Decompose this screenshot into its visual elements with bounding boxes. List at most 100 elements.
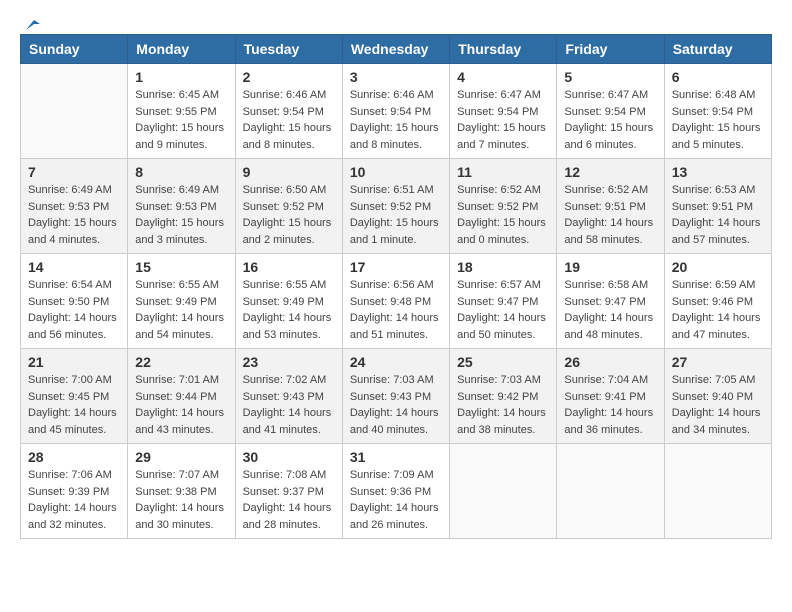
- day-info: Sunrise: 7:03 AM Sunset: 9:42 PM Dayligh…: [457, 372, 549, 438]
- calendar-cell: 22 Sunrise: 7:01 AM Sunset: 9:44 PM Dayli…: [128, 349, 235, 444]
- day-number: 4: [457, 69, 549, 85]
- calendar-cell: 5Sunrise: 6:47 AM Sunset: 9:54 PM Daylig…: [557, 64, 664, 159]
- logo-bird-icon: [22, 16, 40, 34]
- day-number: 29: [135, 449, 227, 465]
- calendar-cell: 2 Sunrise: 6:46 AM Sunset: 9:54 PM Daylig…: [235, 64, 342, 159]
- day-info: Sunrise: 6:49 AM Sunset: 9:53 PM Dayligh…: [28, 182, 120, 248]
- calendar-cell: 28 Sunrise: 7:06 AM Sunset: 9:39 PM Dayli…: [21, 444, 128, 539]
- day-number: 21: [28, 354, 120, 370]
- day-number: 1: [135, 69, 227, 85]
- calendar-week-row: 1 Sunrise: 6:45 AM Sunset: 9:55 PM Daylig…: [21, 64, 772, 159]
- calendar-cell: 30Sunrise: 7:08 AM Sunset: 9:37 PM Dayli…: [235, 444, 342, 539]
- calendar-header-row: SundayMondayTuesdayWednesdayThursdayFrid…: [21, 35, 772, 64]
- day-info: Sunrise: 6:47 AM Sunset: 9:54 PM Dayligh…: [564, 87, 656, 153]
- day-number: 27: [672, 354, 764, 370]
- day-number: 22: [135, 354, 227, 370]
- logo: [20, 20, 40, 28]
- day-info: Sunrise: 7:03 AM Sunset: 9:43 PM Dayligh…: [350, 372, 442, 438]
- day-info: Sunrise: 6:47 AM Sunset: 9:54 PM Dayligh…: [457, 87, 549, 153]
- calendar-cell: 8 Sunrise: 6:49 AM Sunset: 9:53 PM Daylig…: [128, 159, 235, 254]
- day-info: Sunrise: 7:01 AM Sunset: 9:44 PM Dayligh…: [135, 372, 227, 438]
- day-info: Sunrise: 7:09 AM Sunset: 9:36 PM Dayligh…: [350, 467, 442, 533]
- day-info: Sunrise: 6:57 AM Sunset: 9:47 PM Dayligh…: [457, 277, 549, 343]
- day-number: 24: [350, 354, 442, 370]
- day-info: Sunrise: 6:58 AM Sunset: 9:47 PM Dayligh…: [564, 277, 656, 343]
- day-info: Sunrise: 7:04 AM Sunset: 9:41 PM Dayligh…: [564, 372, 656, 438]
- calendar-cell: 19 Sunrise: 6:58 AM Sunset: 9:47 PM Dayli…: [557, 254, 664, 349]
- day-number: 19: [564, 259, 656, 275]
- day-number: 23: [243, 354, 335, 370]
- calendar-cell: 11 Sunrise: 6:52 AM Sunset: 9:52 PM Dayli…: [450, 159, 557, 254]
- calendar-table: SundayMondayTuesdayWednesdayThursdayFrid…: [20, 34, 772, 539]
- calendar-cell: [557, 444, 664, 539]
- calendar-header-tuesday: Tuesday: [235, 35, 342, 64]
- calendar-cell: 10 Sunrise: 6:51 AM Sunset: 9:52 PM Dayli…: [342, 159, 449, 254]
- day-number: 7: [28, 164, 120, 180]
- calendar-cell: 7 Sunrise: 6:49 AM Sunset: 9:53 PM Daylig…: [21, 159, 128, 254]
- day-info: Sunrise: 6:50 AM Sunset: 9:52 PM Dayligh…: [243, 182, 335, 248]
- calendar-week-row: 28 Sunrise: 7:06 AM Sunset: 9:39 PM Dayli…: [21, 444, 772, 539]
- day-info: Sunrise: 6:59 AM Sunset: 9:46 PM Dayligh…: [672, 277, 764, 343]
- calendar-cell: 16 Sunrise: 6:55 AM Sunset: 9:49 PM Dayli…: [235, 254, 342, 349]
- calendar-cell: 15 Sunrise: 6:55 AM Sunset: 9:49 PM Dayli…: [128, 254, 235, 349]
- day-info: Sunrise: 6:56 AM Sunset: 9:48 PM Dayligh…: [350, 277, 442, 343]
- calendar-cell: 18 Sunrise: 6:57 AM Sunset: 9:47 PM Dayli…: [450, 254, 557, 349]
- calendar-cell: 17 Sunrise: 6:56 AM Sunset: 9:48 PM Dayli…: [342, 254, 449, 349]
- calendar-cell: [664, 444, 771, 539]
- day-number: 18: [457, 259, 549, 275]
- calendar-cell: 24 Sunrise: 7:03 AM Sunset: 9:43 PM Dayli…: [342, 349, 449, 444]
- calendar-cell: 1 Sunrise: 6:45 AM Sunset: 9:55 PM Daylig…: [128, 64, 235, 159]
- calendar-cell: 20 Sunrise: 6:59 AM Sunset: 9:46 PM Dayli…: [664, 254, 771, 349]
- calendar-cell: 13 Sunrise: 6:53 AM Sunset: 9:51 PM Dayli…: [664, 159, 771, 254]
- day-info: Sunrise: 6:49 AM Sunset: 9:53 PM Dayligh…: [135, 182, 227, 248]
- day-number: 20: [672, 259, 764, 275]
- calendar-cell: 12Sunrise: 6:52 AM Sunset: 9:51 PM Dayli…: [557, 159, 664, 254]
- day-info: Sunrise: 6:52 AM Sunset: 9:52 PM Dayligh…: [457, 182, 549, 248]
- day-number: 8: [135, 164, 227, 180]
- calendar-cell: 4 Sunrise: 6:47 AM Sunset: 9:54 PM Daylig…: [450, 64, 557, 159]
- calendar-cell: 27 Sunrise: 7:05 AM Sunset: 9:40 PM Dayli…: [664, 349, 771, 444]
- day-number: 28: [28, 449, 120, 465]
- calendar-cell: 6 Sunrise: 6:48 AM Sunset: 9:54 PM Daylig…: [664, 64, 771, 159]
- day-number: 13: [672, 164, 764, 180]
- day-number: 11: [457, 164, 549, 180]
- day-number: 2: [243, 69, 335, 85]
- calendar-cell: [21, 64, 128, 159]
- day-info: Sunrise: 7:06 AM Sunset: 9:39 PM Dayligh…: [28, 467, 120, 533]
- day-number: 3: [350, 69, 442, 85]
- day-info: Sunrise: 6:51 AM Sunset: 9:52 PM Dayligh…: [350, 182, 442, 248]
- calendar-cell: [450, 444, 557, 539]
- calendar-week-row: 21 Sunrise: 7:00 AM Sunset: 9:45 PM Dayli…: [21, 349, 772, 444]
- day-info: Sunrise: 6:54 AM Sunset: 9:50 PM Dayligh…: [28, 277, 120, 343]
- day-number: 16: [243, 259, 335, 275]
- day-info: Sunrise: 6:48 AM Sunset: 9:54 PM Dayligh…: [672, 87, 764, 153]
- day-info: Sunrise: 6:53 AM Sunset: 9:51 PM Dayligh…: [672, 182, 764, 248]
- calendar-cell: 14Sunrise: 6:54 AM Sunset: 9:50 PM Dayli…: [21, 254, 128, 349]
- day-info: Sunrise: 7:05 AM Sunset: 9:40 PM Dayligh…: [672, 372, 764, 438]
- day-number: 10: [350, 164, 442, 180]
- day-number: 17: [350, 259, 442, 275]
- day-info: Sunrise: 6:55 AM Sunset: 9:49 PM Dayligh…: [243, 277, 335, 343]
- day-info: Sunrise: 6:45 AM Sunset: 9:55 PM Dayligh…: [135, 87, 227, 153]
- day-info: Sunrise: 7:00 AM Sunset: 9:45 PM Dayligh…: [28, 372, 120, 438]
- calendar-header-sunday: Sunday: [21, 35, 128, 64]
- day-number: 26: [564, 354, 656, 370]
- calendar-header-monday: Monday: [128, 35, 235, 64]
- day-number: 31: [350, 449, 442, 465]
- calendar-cell: 29Sunrise: 7:07 AM Sunset: 9:38 PM Dayli…: [128, 444, 235, 539]
- calendar-header-thursday: Thursday: [450, 35, 557, 64]
- calendar-cell: 26 Sunrise: 7:04 AM Sunset: 9:41 PM Dayli…: [557, 349, 664, 444]
- day-number: 6: [672, 69, 764, 85]
- calendar-cell: 31 Sunrise: 7:09 AM Sunset: 9:36 PM Dayli…: [342, 444, 449, 539]
- day-info: Sunrise: 6:55 AM Sunset: 9:49 PM Dayligh…: [135, 277, 227, 343]
- day-number: 9: [243, 164, 335, 180]
- day-info: Sunrise: 7:08 AM Sunset: 9:37 PM Dayligh…: [243, 467, 335, 533]
- day-info: Sunrise: 6:46 AM Sunset: 9:54 PM Dayligh…: [350, 87, 442, 153]
- calendar-cell: 21 Sunrise: 7:00 AM Sunset: 9:45 PM Dayli…: [21, 349, 128, 444]
- day-info: Sunrise: 6:46 AM Sunset: 9:54 PM Dayligh…: [243, 87, 335, 153]
- day-number: 15: [135, 259, 227, 275]
- calendar-header-saturday: Saturday: [664, 35, 771, 64]
- calendar-cell: 25 Sunrise: 7:03 AM Sunset: 9:42 PM Dayli…: [450, 349, 557, 444]
- day-info: Sunrise: 7:02 AM Sunset: 9:43 PM Dayligh…: [243, 372, 335, 438]
- day-number: 25: [457, 354, 549, 370]
